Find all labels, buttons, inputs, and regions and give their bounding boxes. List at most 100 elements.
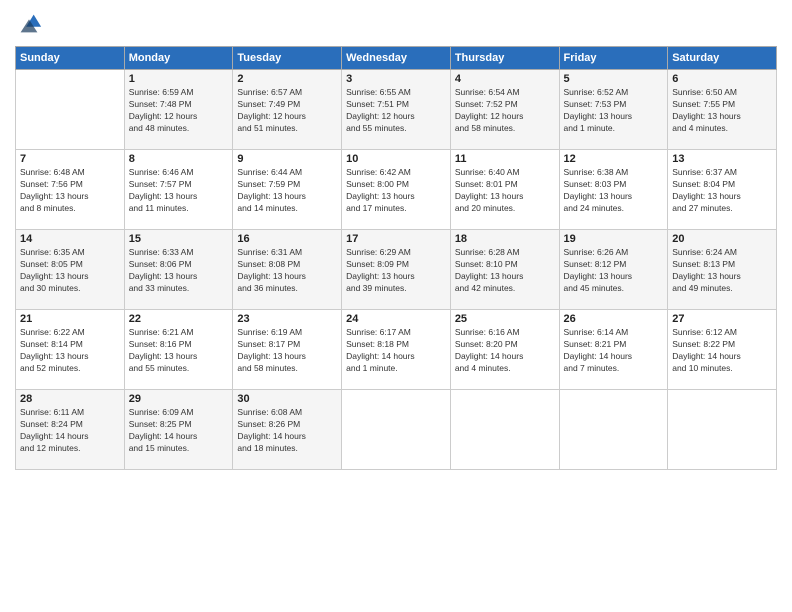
calendar-cell: 25 Sunrise: 6:16 AMSunset: 8:20 PMDaylig… [450, 310, 559, 390]
header [15, 10, 777, 38]
day-number: 17 [346, 233, 446, 245]
day-info: Sunrise: 6:59 AMSunset: 7:48 PMDaylight:… [129, 87, 229, 135]
calendar-cell [559, 390, 668, 470]
day-info: Sunrise: 6:09 AMSunset: 8:25 PMDaylight:… [129, 407, 229, 455]
day-number: 9 [237, 153, 337, 165]
day-info: Sunrise: 6:22 AMSunset: 8:14 PMDaylight:… [20, 327, 120, 375]
day-info: Sunrise: 6:35 AMSunset: 8:05 PMDaylight:… [20, 247, 120, 295]
calendar-cell: 13 Sunrise: 6:37 AMSunset: 8:04 PMDaylig… [668, 150, 777, 230]
day-info: Sunrise: 6:54 AMSunset: 7:52 PMDaylight:… [455, 87, 555, 135]
day-number: 30 [237, 393, 337, 405]
day-number: 14 [20, 233, 120, 245]
calendar-week-row: 14 Sunrise: 6:35 AMSunset: 8:05 PMDaylig… [16, 230, 777, 310]
calendar-cell: 11 Sunrise: 6:40 AMSunset: 8:01 PMDaylig… [450, 150, 559, 230]
day-info: Sunrise: 6:44 AMSunset: 7:59 PMDaylight:… [237, 167, 337, 215]
calendar-week-row: 28 Sunrise: 6:11 AMSunset: 8:24 PMDaylig… [16, 390, 777, 470]
calendar-header-tuesday: Tuesday [233, 47, 342, 70]
day-info: Sunrise: 6:37 AMSunset: 8:04 PMDaylight:… [672, 167, 772, 215]
calendar-cell: 17 Sunrise: 6:29 AMSunset: 8:09 PMDaylig… [342, 230, 451, 310]
day-number: 23 [237, 313, 337, 325]
calendar-cell: 26 Sunrise: 6:14 AMSunset: 8:21 PMDaylig… [559, 310, 668, 390]
day-number: 2 [237, 73, 337, 85]
calendar-cell: 28 Sunrise: 6:11 AMSunset: 8:24 PMDaylig… [16, 390, 125, 470]
logo [15, 10, 47, 38]
day-info: Sunrise: 6:31 AMSunset: 8:08 PMDaylight:… [237, 247, 337, 295]
calendar-cell: 6 Sunrise: 6:50 AMSunset: 7:55 PMDayligh… [668, 70, 777, 150]
calendar-week-row: 1 Sunrise: 6:59 AMSunset: 7:48 PMDayligh… [16, 70, 777, 150]
day-info: Sunrise: 6:21 AMSunset: 8:16 PMDaylight:… [129, 327, 229, 375]
calendar-cell: 8 Sunrise: 6:46 AMSunset: 7:57 PMDayligh… [124, 150, 233, 230]
day-info: Sunrise: 6:12 AMSunset: 8:22 PMDaylight:… [672, 327, 772, 375]
day-number: 29 [129, 393, 229, 405]
calendar-cell: 12 Sunrise: 6:38 AMSunset: 8:03 PMDaylig… [559, 150, 668, 230]
day-info: Sunrise: 6:26 AMSunset: 8:12 PMDaylight:… [564, 247, 664, 295]
day-number: 1 [129, 73, 229, 85]
calendar-header-saturday: Saturday [668, 47, 777, 70]
calendar-cell [668, 390, 777, 470]
day-number: 27 [672, 313, 772, 325]
day-number: 13 [672, 153, 772, 165]
calendar-header-sunday: Sunday [16, 47, 125, 70]
day-info: Sunrise: 6:28 AMSunset: 8:10 PMDaylight:… [455, 247, 555, 295]
day-number: 15 [129, 233, 229, 245]
day-info: Sunrise: 6:48 AMSunset: 7:56 PMDaylight:… [20, 167, 120, 215]
calendar-cell: 27 Sunrise: 6:12 AMSunset: 8:22 PMDaylig… [668, 310, 777, 390]
calendar-cell: 21 Sunrise: 6:22 AMSunset: 8:14 PMDaylig… [16, 310, 125, 390]
calendar-cell: 24 Sunrise: 6:17 AMSunset: 8:18 PMDaylig… [342, 310, 451, 390]
day-number: 24 [346, 313, 446, 325]
calendar-cell: 20 Sunrise: 6:24 AMSunset: 8:13 PMDaylig… [668, 230, 777, 310]
calendar-cell: 5 Sunrise: 6:52 AMSunset: 7:53 PMDayligh… [559, 70, 668, 150]
day-number: 8 [129, 153, 229, 165]
day-info: Sunrise: 6:38 AMSunset: 8:03 PMDaylight:… [564, 167, 664, 215]
day-number: 6 [672, 73, 772, 85]
day-number: 20 [672, 233, 772, 245]
calendar-cell: 4 Sunrise: 6:54 AMSunset: 7:52 PMDayligh… [450, 70, 559, 150]
day-info: Sunrise: 6:40 AMSunset: 8:01 PMDaylight:… [455, 167, 555, 215]
day-number: 4 [455, 73, 555, 85]
day-info: Sunrise: 6:17 AMSunset: 8:18 PMDaylight:… [346, 327, 446, 375]
calendar-cell: 22 Sunrise: 6:21 AMSunset: 8:16 PMDaylig… [124, 310, 233, 390]
day-number: 11 [455, 153, 555, 165]
day-info: Sunrise: 6:42 AMSunset: 8:00 PMDaylight:… [346, 167, 446, 215]
calendar-header-friday: Friday [559, 47, 668, 70]
day-number: 28 [20, 393, 120, 405]
calendar-cell: 30 Sunrise: 6:08 AMSunset: 8:26 PMDaylig… [233, 390, 342, 470]
calendar-header-monday: Monday [124, 47, 233, 70]
logo-icon [15, 10, 43, 38]
day-info: Sunrise: 6:50 AMSunset: 7:55 PMDaylight:… [672, 87, 772, 135]
day-info: Sunrise: 6:55 AMSunset: 7:51 PMDaylight:… [346, 87, 446, 135]
day-number: 12 [564, 153, 664, 165]
day-info: Sunrise: 6:29 AMSunset: 8:09 PMDaylight:… [346, 247, 446, 295]
day-number: 5 [564, 73, 664, 85]
calendar-cell: 10 Sunrise: 6:42 AMSunset: 8:00 PMDaylig… [342, 150, 451, 230]
calendar-cell: 23 Sunrise: 6:19 AMSunset: 8:17 PMDaylig… [233, 310, 342, 390]
calendar-cell: 2 Sunrise: 6:57 AMSunset: 7:49 PMDayligh… [233, 70, 342, 150]
calendar-cell [16, 70, 125, 150]
calendar-cell: 19 Sunrise: 6:26 AMSunset: 8:12 PMDaylig… [559, 230, 668, 310]
day-number: 19 [564, 233, 664, 245]
day-number: 7 [20, 153, 120, 165]
day-number: 10 [346, 153, 446, 165]
calendar-cell: 1 Sunrise: 6:59 AMSunset: 7:48 PMDayligh… [124, 70, 233, 150]
calendar-week-row: 21 Sunrise: 6:22 AMSunset: 8:14 PMDaylig… [16, 310, 777, 390]
calendar-cell: 29 Sunrise: 6:09 AMSunset: 8:25 PMDaylig… [124, 390, 233, 470]
calendar-table: SundayMondayTuesdayWednesdayThursdayFrid… [15, 46, 777, 470]
calendar-cell: 18 Sunrise: 6:28 AMSunset: 8:10 PMDaylig… [450, 230, 559, 310]
day-info: Sunrise: 6:14 AMSunset: 8:21 PMDaylight:… [564, 327, 664, 375]
calendar-header-row: SundayMondayTuesdayWednesdayThursdayFrid… [16, 47, 777, 70]
calendar-cell: 16 Sunrise: 6:31 AMSunset: 8:08 PMDaylig… [233, 230, 342, 310]
day-info: Sunrise: 6:33 AMSunset: 8:06 PMDaylight:… [129, 247, 229, 295]
page: SundayMondayTuesdayWednesdayThursdayFrid… [0, 0, 792, 612]
calendar-cell: 14 Sunrise: 6:35 AMSunset: 8:05 PMDaylig… [16, 230, 125, 310]
day-number: 3 [346, 73, 446, 85]
day-info: Sunrise: 6:57 AMSunset: 7:49 PMDaylight:… [237, 87, 337, 135]
day-info: Sunrise: 6:24 AMSunset: 8:13 PMDaylight:… [672, 247, 772, 295]
day-number: 16 [237, 233, 337, 245]
day-info: Sunrise: 6:08 AMSunset: 8:26 PMDaylight:… [237, 407, 337, 455]
calendar-header-wednesday: Wednesday [342, 47, 451, 70]
day-number: 25 [455, 313, 555, 325]
day-number: 26 [564, 313, 664, 325]
calendar-cell: 7 Sunrise: 6:48 AMSunset: 7:56 PMDayligh… [16, 150, 125, 230]
day-info: Sunrise: 6:52 AMSunset: 7:53 PMDaylight:… [564, 87, 664, 135]
calendar-week-row: 7 Sunrise: 6:48 AMSunset: 7:56 PMDayligh… [16, 150, 777, 230]
